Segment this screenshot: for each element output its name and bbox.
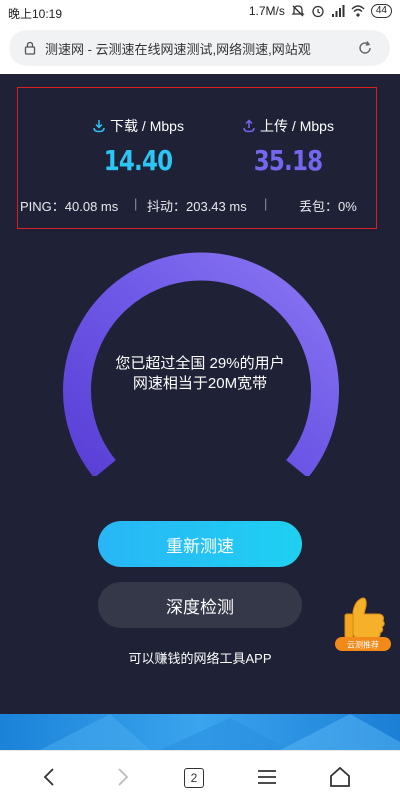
badge-label: 云测推荐 [347,640,379,650]
jitter-stat: 抖动：203.43 ms [147,199,247,214]
download-label: 下载 / Mbps [110,118,184,134]
download-metric: 下载 / Mbps 14.40 [63,116,213,177]
browser-nav-bar: 2 [0,750,400,800]
reload-icon[interactable] [357,40,373,56]
status-bar: 晚上10:19 1.7M/s 44 [0,0,400,24]
separator: | [134,196,138,211]
upload-value: 35.18 [253,144,323,177]
separator: | [264,196,268,211]
gauge-bandwidth-text: 网速相当于20M宽带 [132,375,268,392]
ping-stat: PING：40.08 ms [20,199,119,214]
speed-test-panel: 下载 / Mbps 14.40 上传 / Mbps 35.18 PING：40.… [0,74,400,714]
url-text[interactable]: 测速网 - 云测速在线网速测试,网络测速,网站观 [45,39,345,58]
download-value: 14.40 [103,144,173,177]
download-icon [93,120,105,133]
menu-icon[interactable] [255,765,279,789]
home-icon[interactable] [328,765,352,789]
battery-icon: 44 [370,4,392,18]
forward-icon[interactable] [110,765,134,789]
status-icons: 1.7M/s 44 [249,4,392,18]
upload-icon [243,119,255,133]
retest-button[interactable]: 重新测速 [98,521,302,567]
deep-check-button[interactable]: 深度检测 [98,582,302,628]
gauge-rank-text: 您已超过全国 29%的用户 [115,355,285,372]
tabs-count-button[interactable]: 2 [184,768,204,788]
lock-icon [24,41,36,55]
upload-metric: 上传 / Mbps 35.18 [213,116,363,177]
wifi-icon [351,5,365,17]
loss-stat: 丢包：0% [299,199,357,214]
upload-label: 上传 / Mbps [260,118,334,134]
mute-icon [291,5,305,17]
alarm-icon [312,5,324,18]
footer-banner [0,714,400,750]
signal-icon [331,5,345,17]
gauge-summary: 您已超过全国 29%的用户 网速相当于20M宽带 [0,354,400,394]
banner-pattern [40,714,400,750]
back-icon[interactable] [38,765,62,789]
browser-toolbar: 测速网 - 云测速在线网速测试,网络测速,网站观 [0,24,400,74]
network-speed: 1.7M/s [248,4,285,18]
status-time: 晚上10:19 [8,7,63,21]
address-bar[interactable]: 测速网 - 云测速在线网速测试,网络测速,网站观 [9,30,390,66]
result-highlight-box: 下载 / Mbps 14.40 上传 / Mbps 35.18 PING：40.… [17,87,377,229]
thumbs-up-badge-icon[interactable]: 云测推荐 [331,594,397,656]
